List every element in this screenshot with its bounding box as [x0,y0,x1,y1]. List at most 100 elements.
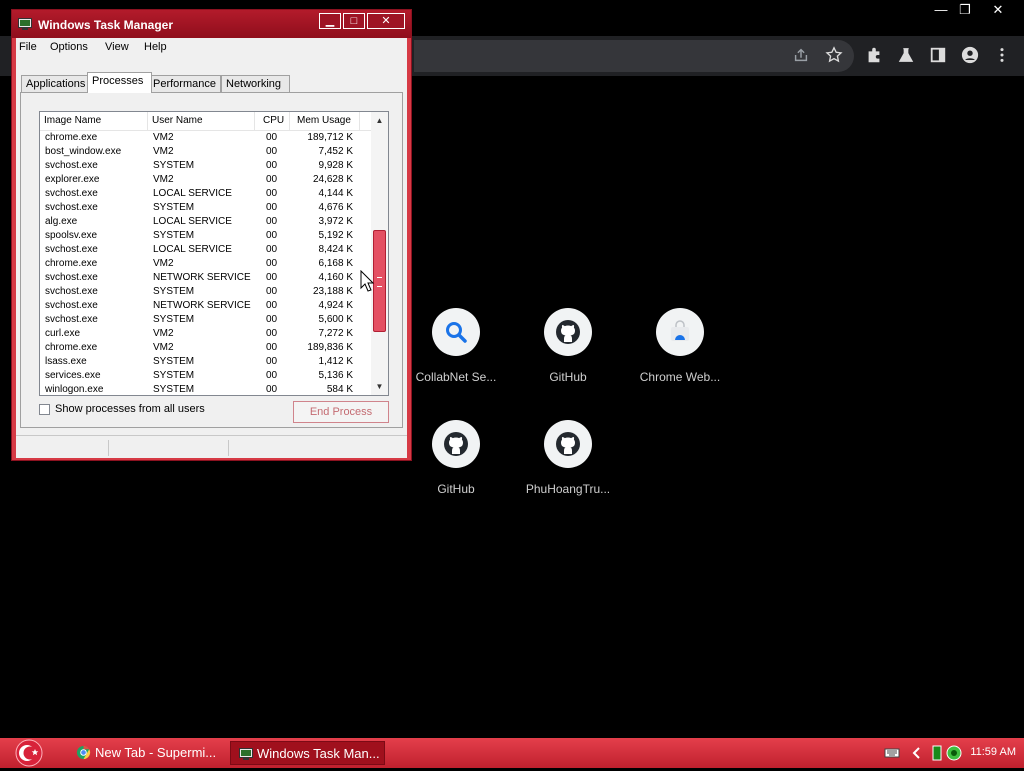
process-cpu: 00 [266,216,278,227]
close-button[interactable]: ✕ [367,13,405,29]
share-icon[interactable] [788,42,814,68]
process-list-header: Image Name User Name CPU Mem Usage [40,112,372,131]
process-row[interactable]: svchost.exe LOCAL SERVICE 00 4,144 K [40,187,372,201]
end-process-button[interactable]: End Process [293,401,389,423]
process-mem-usage: 7,452 K [318,146,353,157]
shortcut-collabnet[interactable]: CollabNet Se... [400,308,512,384]
process-image-name: spoolsv.exe [45,230,98,241]
process-user-name: LOCAL SERVICE [153,216,232,227]
menu-icon[interactable] [989,42,1015,68]
taskbar-item-task-manager[interactable]: Windows Task Man... [230,741,385,765]
process-image-name: chrome.exe [45,258,98,269]
process-row[interactable]: svchost.exe NETWORK SERVICE 00 4,924 K [40,299,372,313]
tab-processes[interactable]: Processes [87,72,152,93]
shortcut-chrome-web-store[interactable]: Chrome Web... [624,308,736,384]
mouse-pointer-icon [360,270,374,292]
tab-applications[interactable]: Applications [21,75,92,92]
scroll-thumb[interactable] [373,230,386,332]
menu-help[interactable]: Help [144,41,167,53]
task-manager-titlebar[interactable]: Windows Task Manager ▁ □ ✕ [12,10,411,38]
start-button[interactable] [10,738,48,768]
process-cpu: 00 [266,230,278,241]
taskbar-item-label: New Tab - Supermi... [95,745,217,760]
chrome-restore-button[interactable]: ❐ [950,0,980,20]
column-cpu[interactable]: CPU [255,112,290,130]
processes-panel: Image Name User Name CPU Mem Usage chrom… [20,92,403,428]
scroll-down-arrow-icon[interactable]: ▼ [371,378,388,395]
process-cpu: 00 [266,132,278,143]
keyboard-icon[interactable] [884,745,900,761]
tab-performance[interactable]: Performance [148,75,221,92]
chevron-left-icon[interactable] [909,745,925,761]
process-cpu: 00 [266,342,278,353]
shortcut-phuhoangtru[interactable]: PhuHoangTru... [512,420,624,496]
scroll-up-arrow-icon[interactable]: ▲ [371,112,388,129]
menu-file[interactable]: File [19,41,37,53]
process-cpu: 00 [266,160,278,171]
profile-icon[interactable] [957,42,983,68]
process-row[interactable]: spoolsv.exe SYSTEM 00 5,192 K [40,229,372,243]
network-icon[interactable] [946,745,962,761]
maximize-button[interactable]: □ [343,13,365,29]
process-mem-usage: 4,144 K [318,188,353,199]
process-row[interactable]: explorer.exe VM2 00 24,628 K [40,173,372,187]
process-cpu: 00 [266,272,278,283]
process-row[interactable]: lsass.exe SYSTEM 00 1,412 K [40,355,372,369]
process-rows: chrome.exe VM2 00 189,712 K bost_window.exe V… [40,131,372,395]
process-row[interactable]: chrome.exe VM2 00 189,712 K [40,131,372,145]
process-list[interactable]: Image Name User Name CPU Mem Usage chrom… [39,111,389,396]
column-user-name[interactable]: User Name [148,112,255,130]
shortcut-github-2[interactable]: GitHub [400,420,512,496]
tab-networking[interactable]: Networking [221,75,290,92]
system-tray: 11:59 AM [874,738,1024,768]
shortcut-label: CollabNet Se... [415,370,497,384]
menu-options[interactable]: Options [50,41,88,53]
process-user-name: VM2 [153,342,174,353]
star-icon[interactable] [821,42,847,68]
process-cpu: 00 [266,384,278,395]
process-cpu: 00 [266,328,278,339]
process-row[interactable]: svchost.exe NETWORK SERVICE 00 4,160 K [40,271,372,285]
process-image-name: svchost.exe [45,244,98,255]
labs-icon[interactable] [893,42,919,68]
shortcut-github[interactable]: GitHub [512,308,624,384]
minimize-button[interactable]: ▁ [319,13,341,29]
process-mem-usage: 4,676 K [318,202,353,213]
show-all-processes-label: Show processes from all users [55,403,205,415]
process-row[interactable]: svchost.exe SYSTEM 00 5,600 K [40,313,372,327]
status-separator [228,440,229,456]
menu-view[interactable]: View [105,41,129,53]
column-mem-usage[interactable]: Mem Usage [290,112,360,130]
process-mem-usage: 6,168 K [318,258,353,269]
shortcut-label: GitHub [437,482,475,496]
sidepanel-icon[interactable] [925,42,951,68]
process-cpu: 00 [266,370,278,381]
process-cpu: 00 [266,314,278,325]
task-manager-icon [18,18,32,30]
process-row[interactable]: svchost.exe SYSTEM 00 4,676 K [40,201,372,215]
extensions-icon[interactable] [861,42,887,68]
process-row[interactable]: alg.exe LOCAL SERVICE 00 3,972 K [40,215,372,229]
column-image-name[interactable]: Image Name [40,112,148,130]
process-row[interactable]: curl.exe VM2 00 7,272 K [40,327,372,341]
battery-icon[interactable] [929,745,945,761]
taskbar-item-chrome[interactable]: New Tab - Supermi... [76,741,226,765]
process-row[interactable]: svchost.exe LOCAL SERVICE 00 8,424 K [40,243,372,257]
process-row[interactable]: chrome.exe VM2 00 6,168 K [40,257,372,271]
process-row[interactable]: svchost.exe SYSTEM 00 9,928 K [40,159,372,173]
process-user-name: SYSTEM [153,384,195,395]
show-all-processes-checkbox[interactable] [39,404,50,415]
process-list-scrollbar[interactable]: ▲ ▼ [371,112,388,395]
chrome-close-button[interactable]: ✕ [983,0,1013,20]
process-cpu: 00 [266,286,278,297]
process-row[interactable]: winlogon.exe SYSTEM 00 584 K [40,383,372,395]
process-mem-usage: 189,712 K [307,132,353,143]
process-image-name: svchost.exe [45,286,98,297]
process-cpu: 00 [266,244,278,255]
process-user-name: LOCAL SERVICE [153,244,232,255]
process-row[interactable]: chrome.exe VM2 00 189,836 K [40,341,372,355]
process-row[interactable]: svchost.exe SYSTEM 00 23,188 K [40,285,372,299]
process-row[interactable]: bost_window.exe VM2 00 7,452 K [40,145,372,159]
process-row[interactable]: services.exe SYSTEM 00 5,136 K [40,369,372,383]
process-user-name: SYSTEM [153,314,195,325]
